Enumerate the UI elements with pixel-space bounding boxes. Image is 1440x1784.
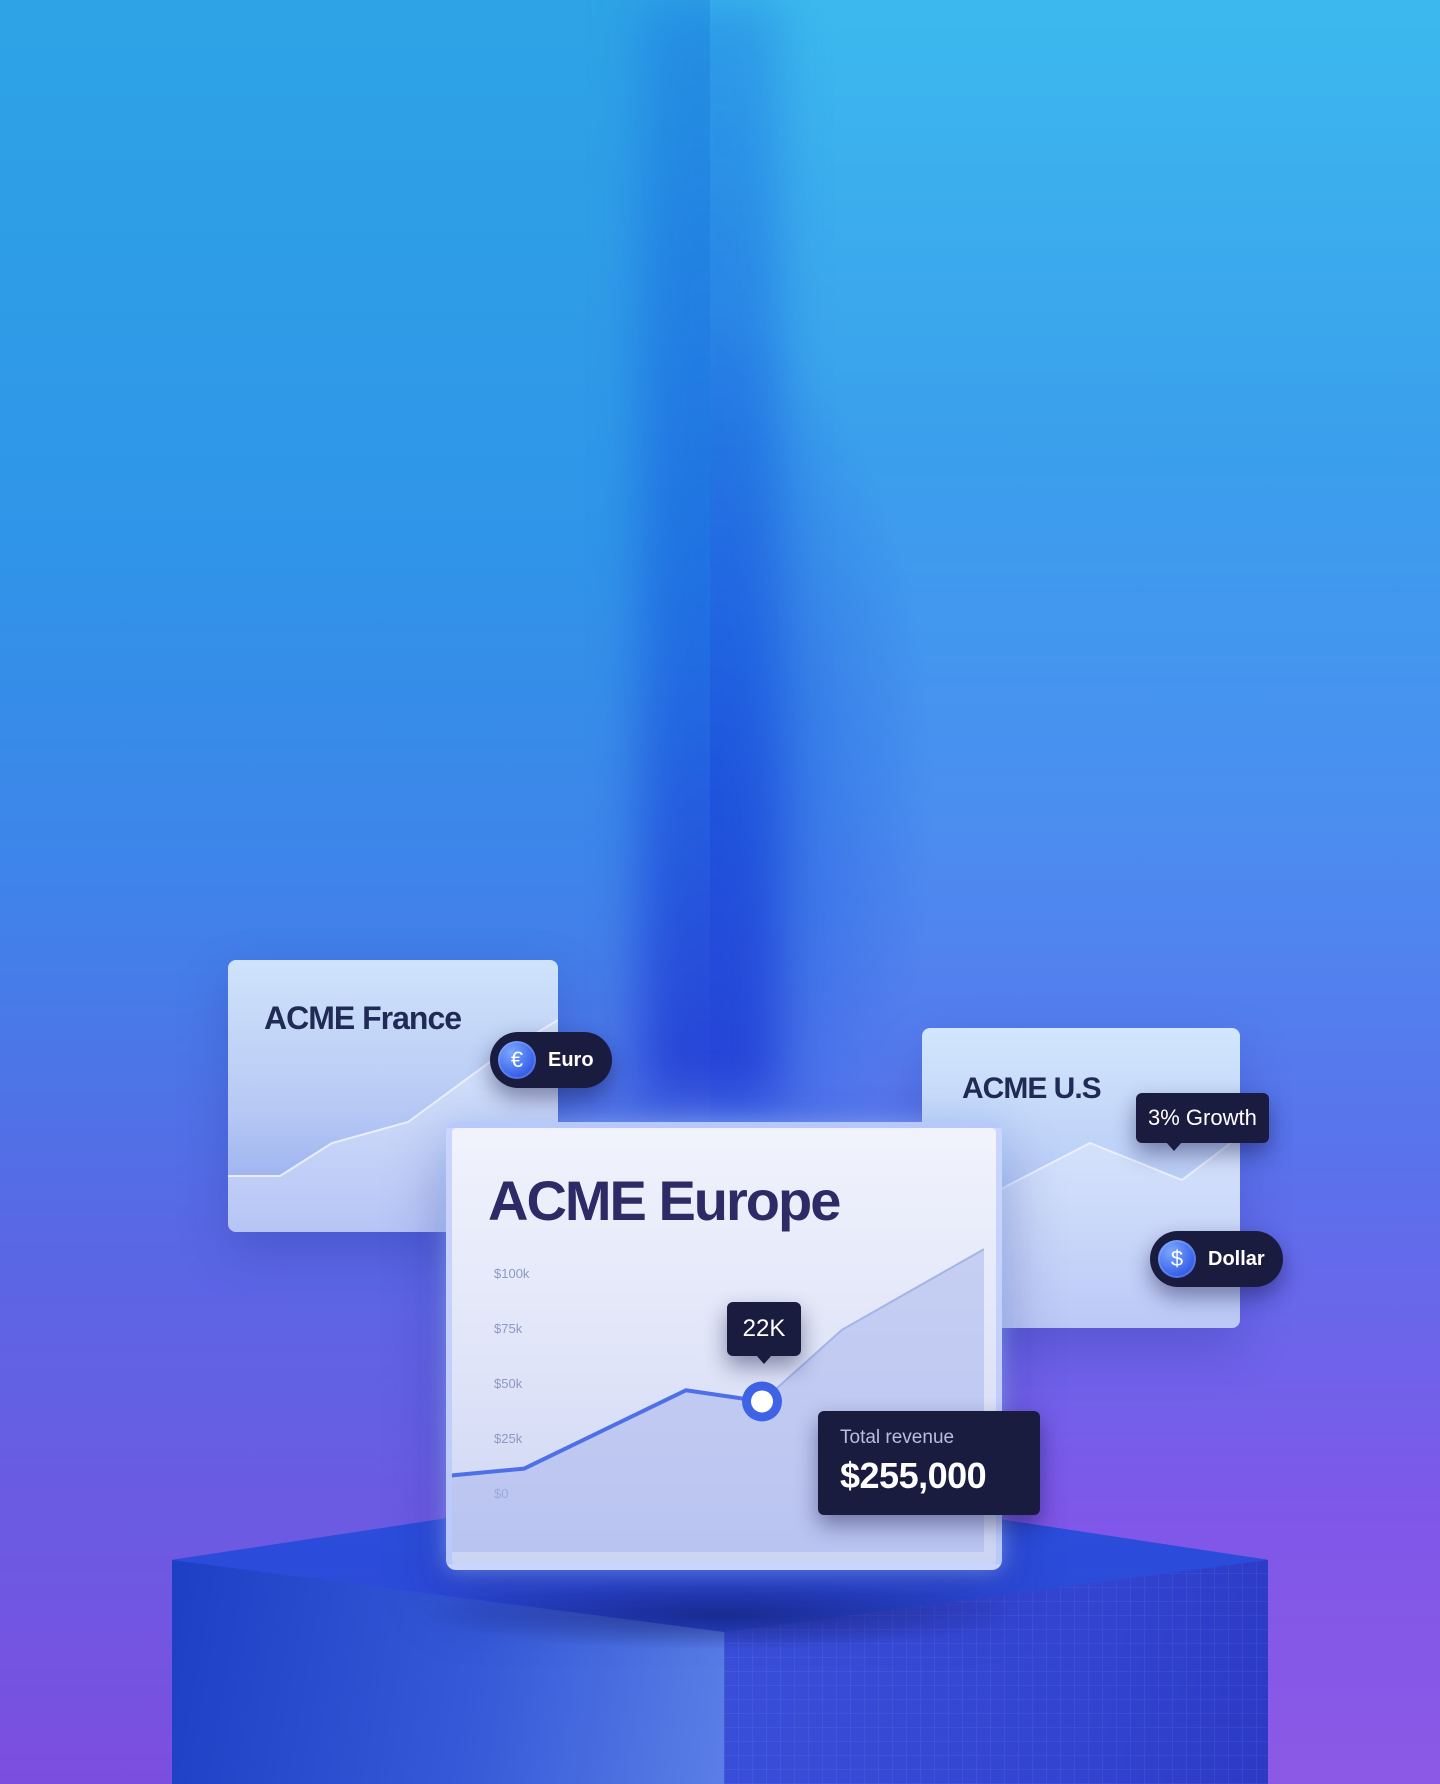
- europe-data-points: [742, 1381, 782, 1422]
- background-corner-glow: [640, 0, 780, 1100]
- data-point-value: 22K: [742, 1315, 786, 1342]
- growth-label: 3% Growth: [1148, 1105, 1257, 1130]
- growth-tooltip: 3% Growth: [1136, 1093, 1269, 1151]
- total-revenue-label: Total revenue: [840, 1427, 955, 1448]
- euro-coin-icon: €: [498, 1041, 536, 1079]
- data-point-tooltip: 22K: [727, 1302, 801, 1364]
- dollar-coin-icon: $: [1158, 1240, 1196, 1278]
- euro-currency-pill[interactable]: € Euro: [490, 1032, 612, 1088]
- podium-shadow: [420, 1580, 1020, 1650]
- total-revenue-value: $255,000: [840, 1455, 987, 1496]
- dollar-label: Dollar: [1208, 1247, 1265, 1270]
- total-revenue-card: Total revenue $255,000: [818, 1411, 1040, 1515]
- dollar-currency-pill[interactable]: $ Dollar: [1150, 1231, 1283, 1287]
- euro-label: Euro: [548, 1048, 594, 1071]
- highlight-point-inner: [751, 1390, 773, 1413]
